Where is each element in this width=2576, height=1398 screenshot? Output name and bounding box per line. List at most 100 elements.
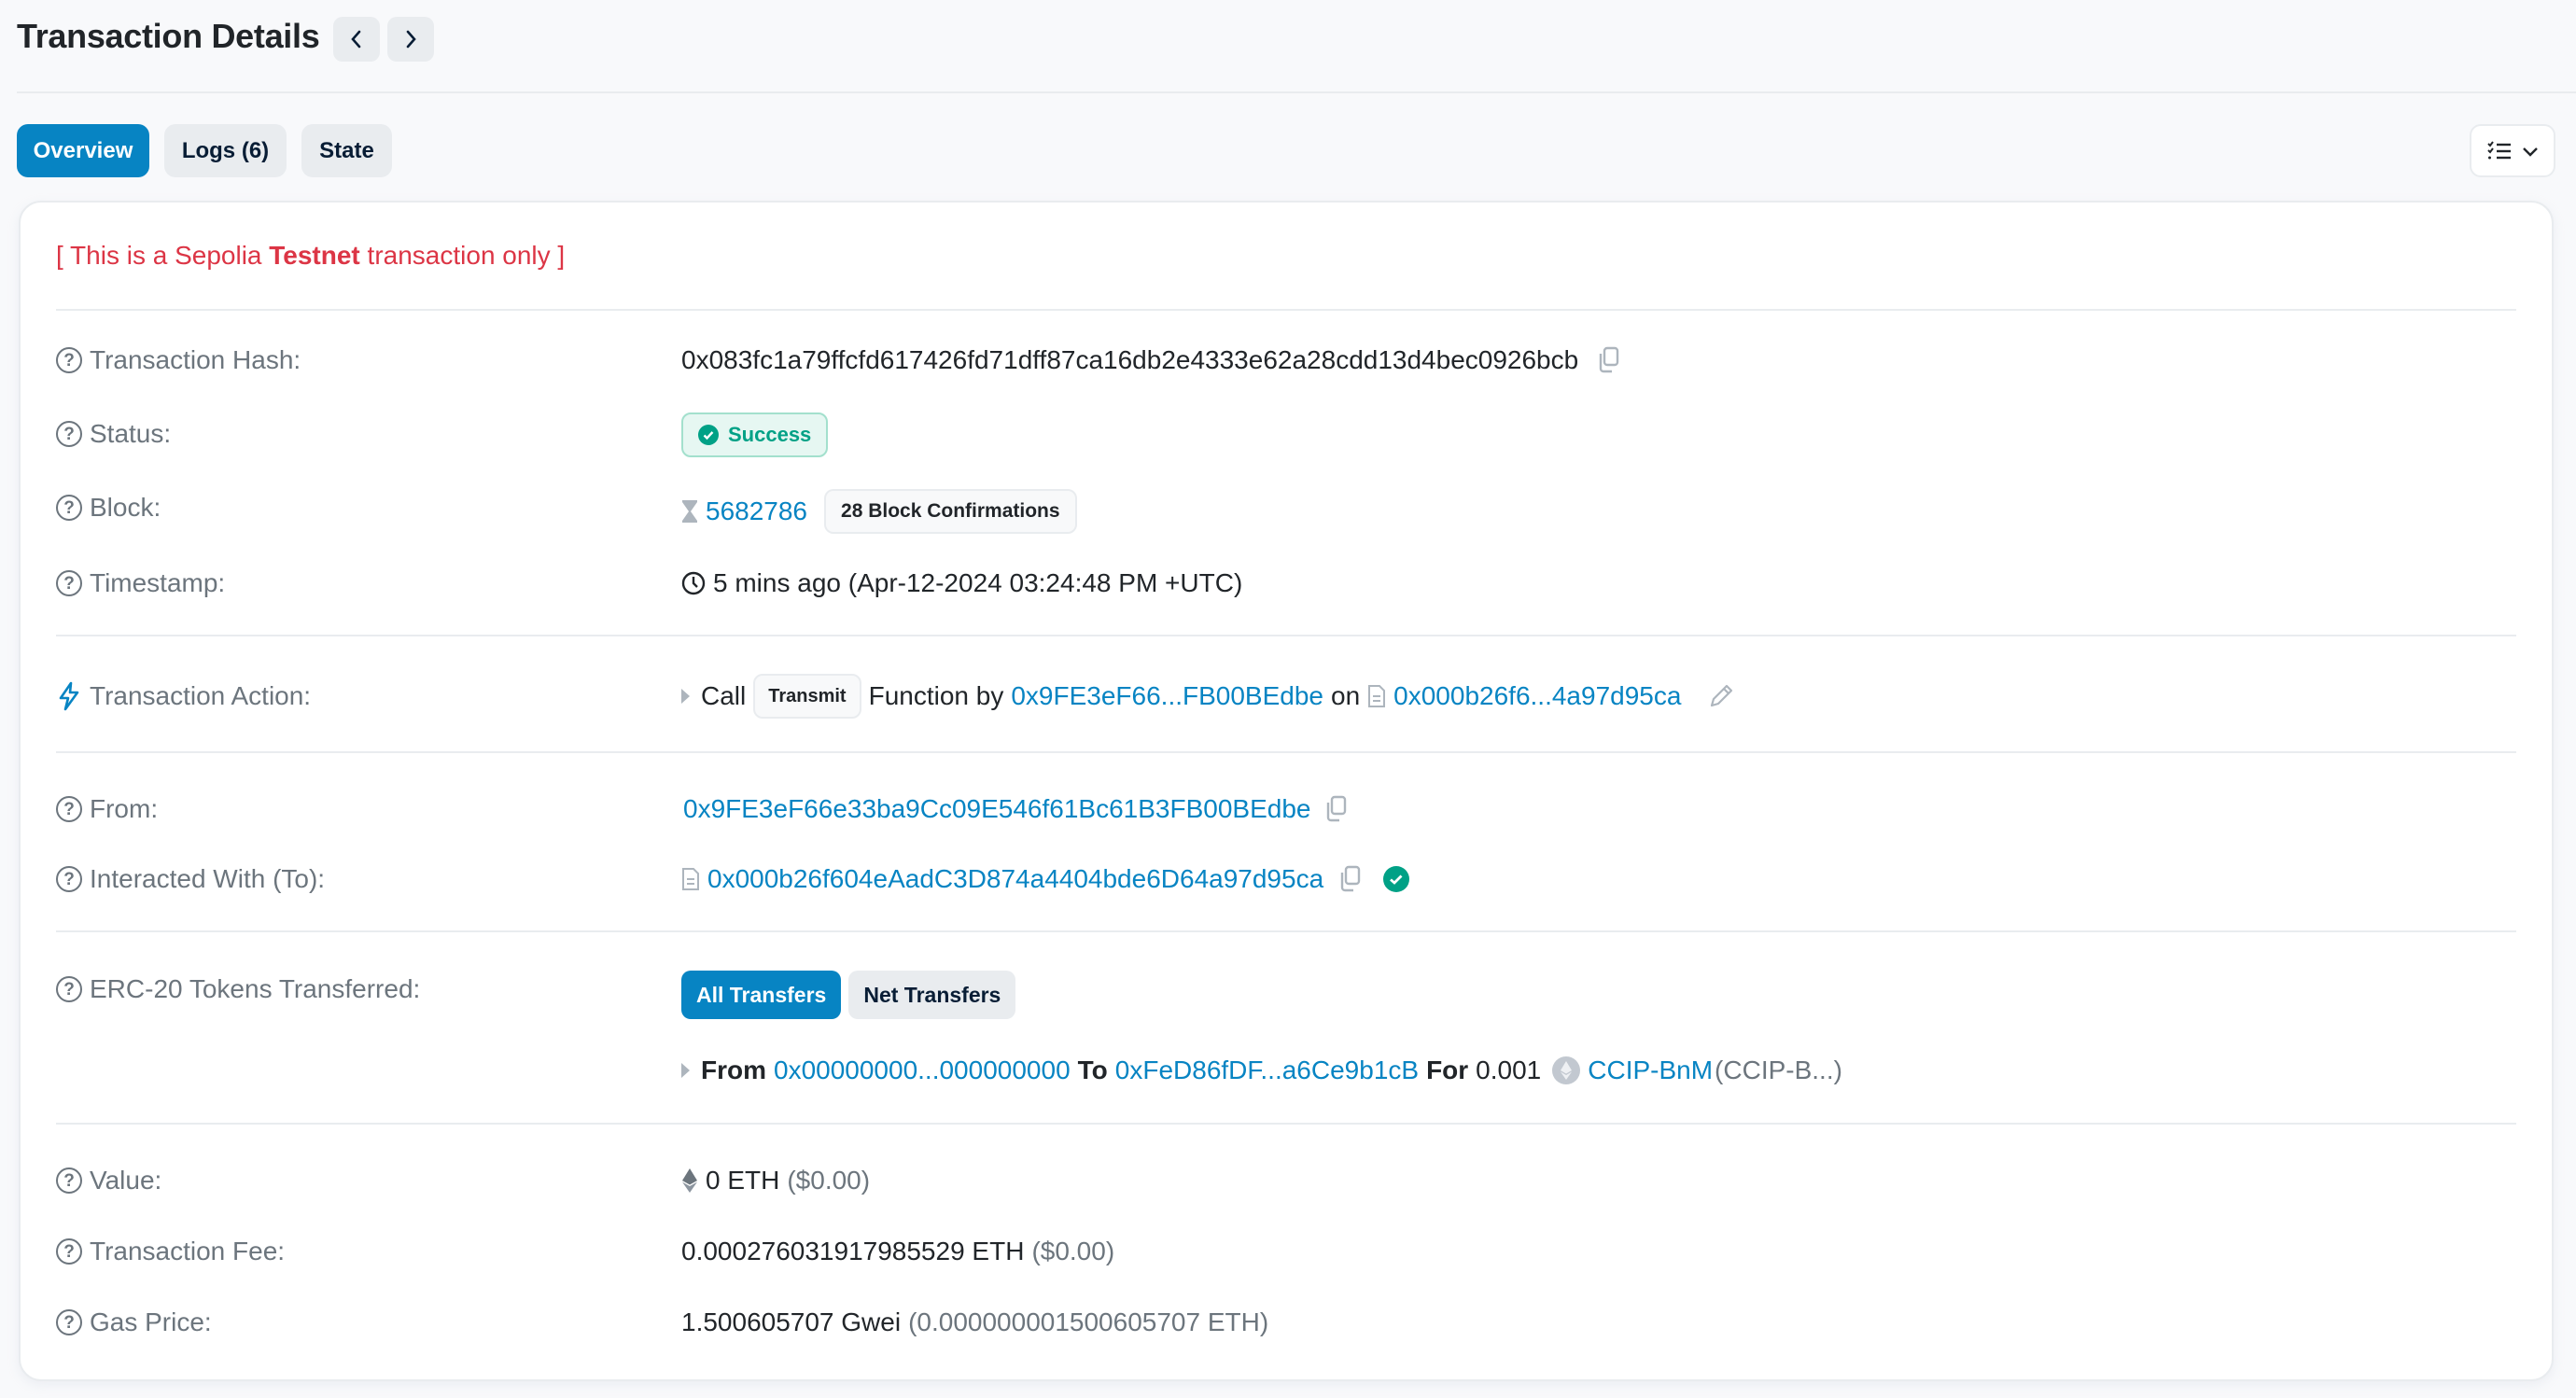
help-icon[interactable]: ? — [56, 495, 82, 521]
label-text: Status: — [90, 419, 172, 448]
testnet-notice: [ This is a Sepolia Testnet transaction … — [56, 241, 565, 271]
testnet-notice-suffix: transaction only ] — [359, 241, 566, 270]
hourglass-icon — [682, 500, 697, 523]
label-text: Gas Price: — [90, 1307, 212, 1336]
net-transfers-button[interactable]: Net Transfers — [848, 971, 1016, 1019]
token-icon — [1552, 1056, 1581, 1084]
verified-check-icon — [1383, 866, 1410, 892]
transfer-to-label: To — [1077, 1055, 1108, 1084]
section-divider — [56, 751, 2516, 753]
help-icon[interactable]: ? — [56, 796, 82, 822]
interacted-with-label: ? Interacted With (To): — [56, 860, 325, 898]
copy-icon[interactable] — [1338, 865, 1363, 893]
from-value-row: 0x9FE3eF66e33ba9Cc09E546f61Bc61B3FB00BEd… — [683, 787, 1349, 832]
clock-icon — [681, 571, 706, 595]
next-transaction-button[interactable] — [387, 17, 434, 62]
help-icon[interactable]: ? — [56, 1167, 82, 1194]
value-usd: ($0.00) — [787, 1166, 871, 1195]
label-text: Timestamp: — [90, 568, 226, 597]
help-icon[interactable]: ? — [56, 976, 82, 1002]
checklist-icon — [2487, 140, 2511, 159]
label-text: Value: — [90, 1166, 162, 1195]
label-text: ERC-20 Tokens Transferred: — [90, 974, 421, 1003]
block-confirmations-badge: 28 Block Confirmations — [824, 489, 1077, 534]
tab-overview[interactable]: Overview — [17, 124, 149, 177]
label-text: Transaction Action: — [90, 681, 312, 710]
block-label: ? Block: — [56, 489, 161, 526]
transaction-fee-label: ? Transaction Fee: — [56, 1233, 285, 1270]
transaction-hash-label: ? Transaction Hash: — [56, 342, 301, 379]
view-options-button[interactable] — [2470, 124, 2555, 177]
all-transfers-button[interactable]: All Transfers — [681, 971, 842, 1019]
help-icon[interactable]: ? — [56, 347, 82, 373]
chevron-right-icon — [406, 30, 416, 49]
edit-pencil-icon[interactable] — [1707, 682, 1735, 710]
expand-caret-icon[interactable] — [681, 1063, 690, 1078]
method-badge: Transmit — [753, 674, 861, 719]
copy-icon[interactable] — [1597, 346, 1621, 374]
gas-eth: (0.000000001500605707 ETH) — [908, 1307, 1269, 1336]
tab-logs[interactable]: Logs (6) — [164, 124, 287, 177]
erc20-filter-row: All Transfers Net Transfers — [681, 971, 1016, 1019]
section-divider — [56, 1123, 2516, 1125]
fee-usd: ($0.00) — [1031, 1237, 1115, 1265]
action-on-text: on — [1331, 681, 1361, 710]
erc20-label: ? ERC-20 Tokens Transferred: — [56, 971, 420, 1008]
value-row: 0 ETH ($0.00) — [681, 1158, 870, 1203]
help-icon[interactable]: ? — [56, 570, 82, 596]
transfer-amount: 0.001 — [1476, 1055, 1542, 1084]
action-contract-link[interactable]: 0x000b26f6...4a97d95ca — [1393, 681, 1681, 711]
prev-transaction-button[interactable] — [333, 17, 380, 62]
help-icon[interactable]: ? — [56, 866, 82, 892]
contract-file-icon — [682, 868, 699, 890]
chevron-left-icon — [351, 30, 361, 49]
help-icon[interactable]: ? — [56, 1309, 82, 1335]
action-from-address-link[interactable]: 0x9FE3eF66...FB00BEdbe — [1011, 681, 1323, 711]
expand-caret-icon[interactable] — [681, 689, 690, 704]
transaction-hash-value-row: 0x083fc1a79ffcfd617426fd71dff87ca16db2e4… — [681, 338, 1621, 383]
fee-amount: 0.000276031917985529 ETH — [681, 1237, 1025, 1265]
from-label: ? From: — [56, 790, 158, 828]
transaction-hash: 0x083fc1a79ffcfd617426fd71dff87ca16db2e4… — [681, 345, 1579, 374]
timestamp-value-row: 5 mins ago (Apr-12-2024 03:24:48 PM +UTC… — [681, 561, 1242, 606]
check-circle-icon — [698, 425, 719, 445]
label-text: From: — [90, 794, 159, 823]
token-symbol: (CCIP-B...) — [1715, 1055, 1842, 1084]
transaction-fee-row: 0.000276031917985529 ETH ($0.00) — [681, 1229, 1114, 1274]
page-title: Transaction Details — [17, 17, 320, 55]
chevron-down-icon — [2523, 147, 2538, 157]
action-call-text: Call — [701, 681, 747, 710]
timestamp-label: ? Timestamp: — [56, 565, 225, 602]
value-amount: 0 ETH — [706, 1166, 780, 1195]
status-value-row: Success — [681, 412, 829, 457]
transfer-for-label: For — [1426, 1055, 1469, 1084]
testnet-notice-prefix: [ This is a Sepolia — [56, 241, 270, 270]
transfer-from-link[interactable]: 0x00000000...000000000 — [774, 1055, 1071, 1085]
block-value-row: 5682786 28 Block Confirmations — [681, 489, 1077, 534]
label-text: Block: — [90, 493, 161, 522]
transfer-from-label: From — [701, 1055, 766, 1084]
status-text: Success — [728, 423, 812, 446]
tab-state[interactable]: State — [301, 124, 392, 177]
help-icon[interactable]: ? — [56, 421, 82, 447]
transaction-action-row: Call Transmit Function by 0x9FE3eF66...F… — [681, 674, 1735, 719]
action-function-by-text: Function by — [868, 681, 1004, 710]
token-link[interactable]: CCIP-BnM — [1588, 1055, 1713, 1085]
ethereum-icon — [682, 1168, 697, 1193]
to-address-link[interactable]: 0x000b26f604eAadC3D874a4404bde6D64a97d95… — [707, 864, 1323, 894]
timestamp-text: 5 mins ago (Apr-12-2024 03:24:48 PM +UTC… — [713, 568, 1243, 597]
help-icon[interactable]: ? — [56, 1238, 82, 1265]
from-address-link[interactable]: 0x9FE3eF66e33ba9Cc09E546f61Bc61B3FB00BEd… — [683, 794, 1311, 824]
transaction-action-label: Transaction Action: — [56, 678, 311, 715]
label-text: Interacted With (To): — [90, 864, 326, 893]
block-number-link[interactable]: 5682786 — [706, 496, 807, 526]
value-label: ? Value: — [56, 1162, 161, 1199]
lightning-icon — [59, 681, 79, 711]
gas-amount: 1.500605707 Gwei — [681, 1307, 902, 1336]
copy-icon[interactable] — [1324, 795, 1349, 823]
header-divider — [17, 91, 2576, 93]
section-divider — [56, 930, 2516, 932]
transfer-to-link[interactable]: 0xFeD86fDF...a6Ce9b1cB — [1115, 1055, 1419, 1085]
label-text: Transaction Fee: — [90, 1237, 286, 1265]
erc20-transfer-row: From 0x00000000...000000000 To 0xFeD86fD… — [681, 1048, 1842, 1093]
